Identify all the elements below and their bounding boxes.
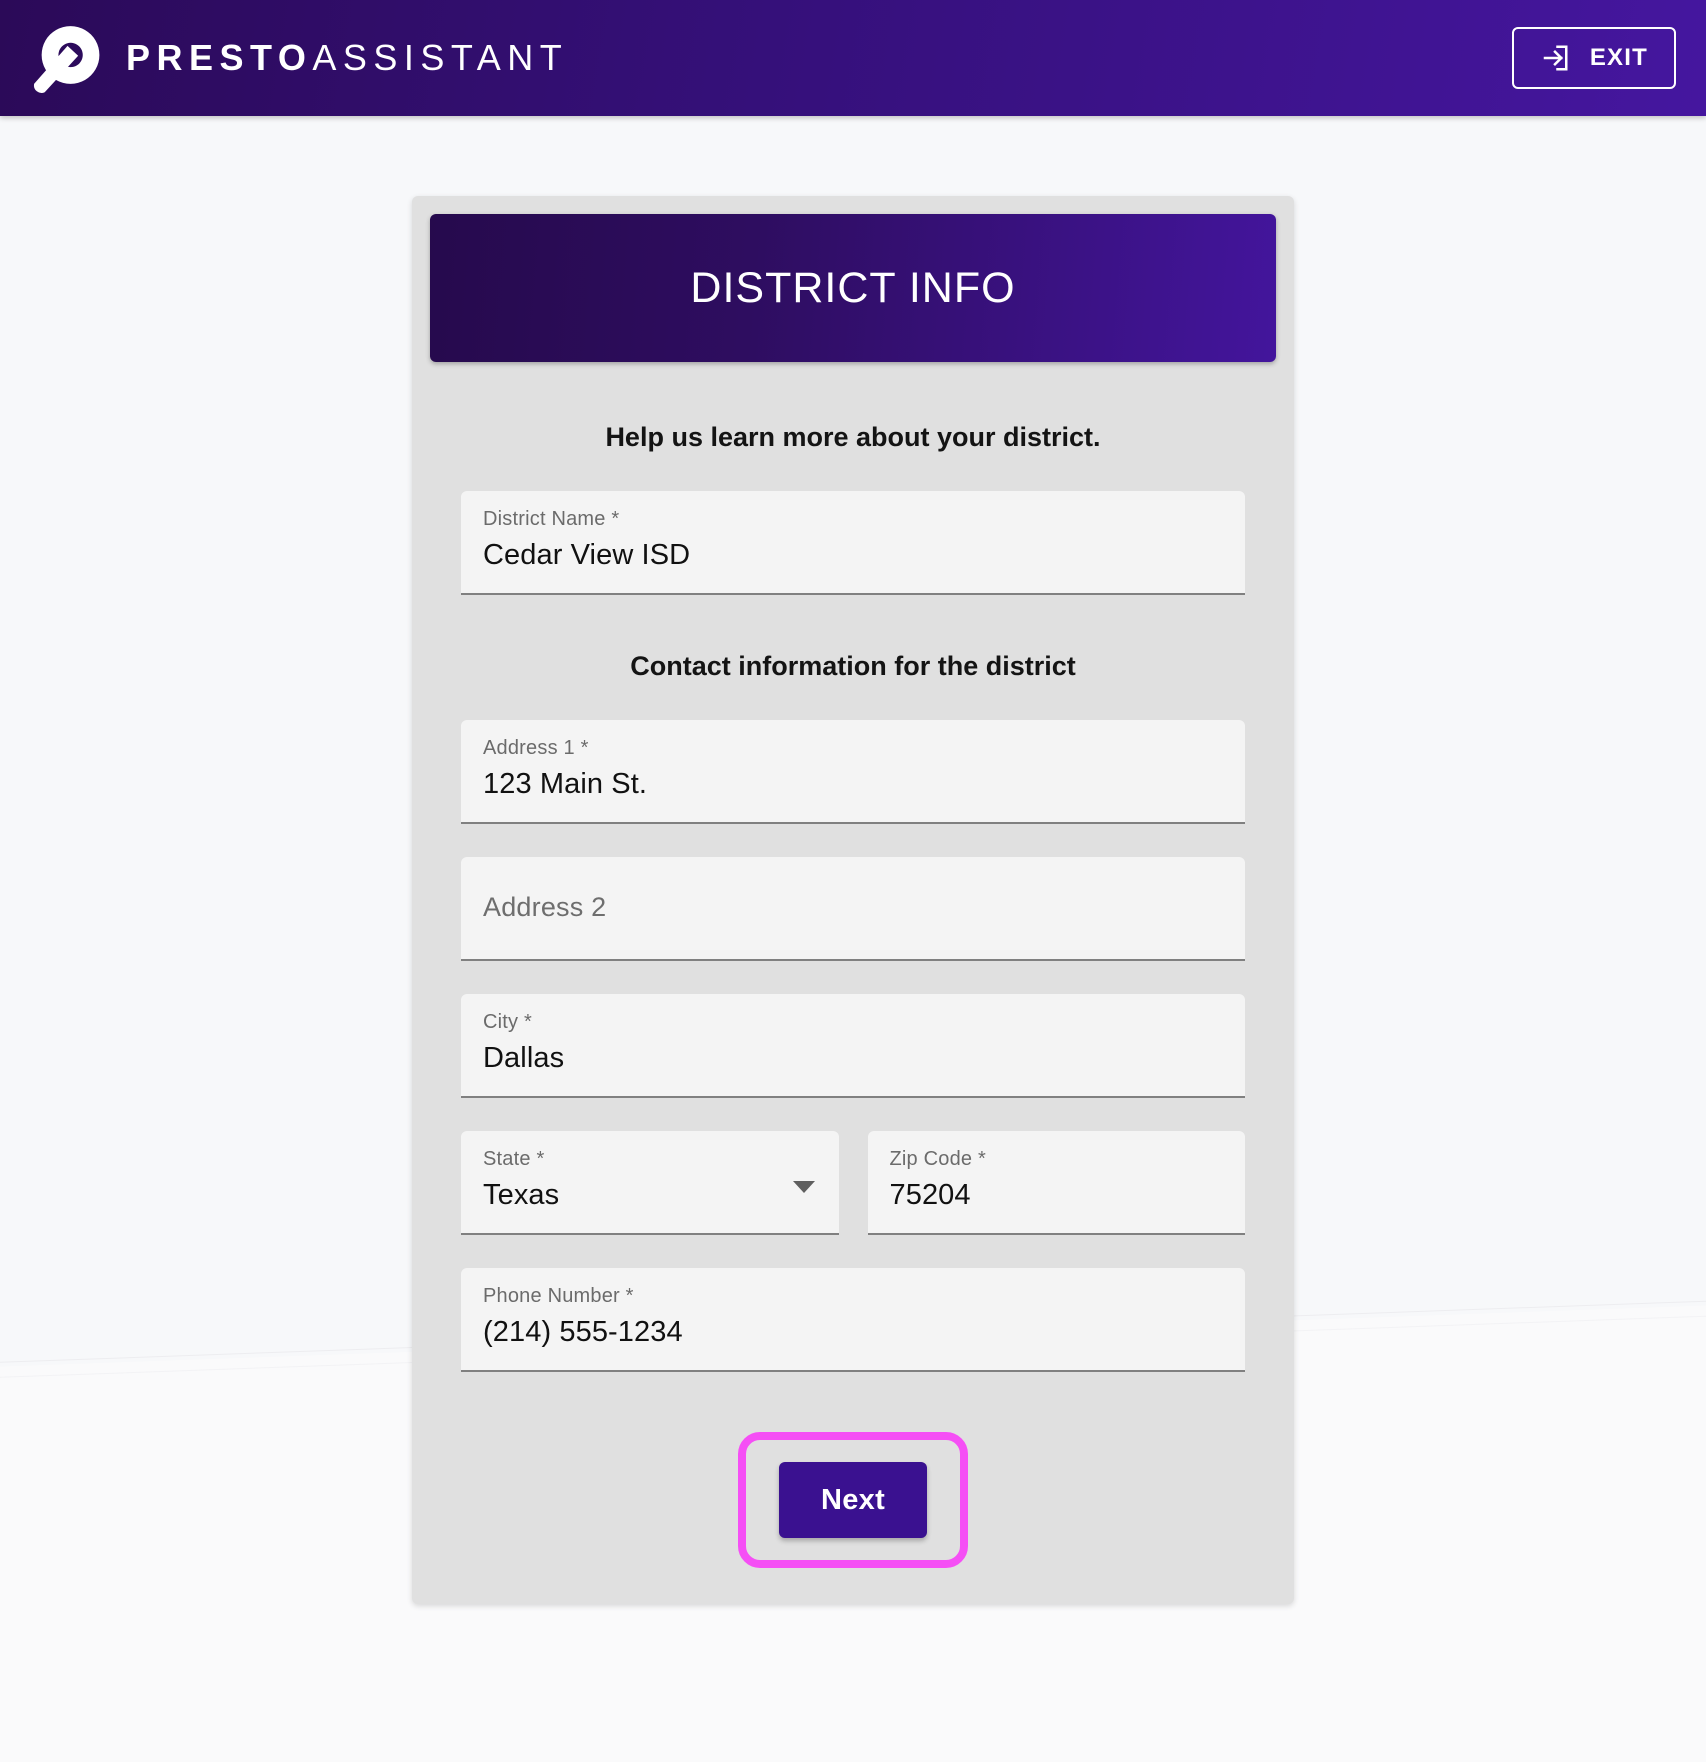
state-label: State * xyxy=(483,1148,545,1170)
address2-label: Address 2 xyxy=(483,892,607,923)
state-value: Texas xyxy=(483,1179,560,1211)
page-title: DISTRICT INFO xyxy=(690,263,1016,312)
presto-circle-logo-icon xyxy=(33,26,100,93)
brand-wordmark: PRESTO ASSISTANT xyxy=(126,37,568,79)
contact-heading: Contact information for the district xyxy=(630,651,1076,681)
next-button-highlight-ring: Next xyxy=(738,1432,968,1568)
brand-name-light: ASSISTANT xyxy=(312,37,569,78)
exit-arrow-icon xyxy=(1543,45,1568,71)
district-name-label: District Name * xyxy=(483,508,620,530)
app-header: PRESTO ASSISTANT EXIT xyxy=(0,0,1706,116)
next-button[interactable]: Next xyxy=(779,1462,927,1538)
brand-name-strong: PRESTO xyxy=(126,37,313,78)
brand-logo[interactable]: PRESTO ASSISTANT xyxy=(28,20,568,96)
form-fields: District Name * Cedar View ISD Contact i… xyxy=(412,491,1294,1372)
zip-code-value: 75204 xyxy=(889,1179,971,1211)
state-select[interactable]: State * Texas xyxy=(461,1131,839,1235)
district-name-value: Cedar View ISD xyxy=(483,539,691,571)
address1-value: 123 Main St. xyxy=(483,768,648,800)
address1-field[interactable]: Address 1 * 123 Main St. xyxy=(461,720,1245,824)
phone-number-value: (214) 555-1234 xyxy=(483,1316,683,1348)
exit-button-label: EXIT xyxy=(1589,44,1648,71)
intro-heading: Help us learn more about your district. xyxy=(605,422,1101,452)
district-name-field[interactable]: District Name * Cedar View ISD xyxy=(461,491,1245,595)
phone-number-label: Phone Number * xyxy=(483,1285,634,1307)
next-button-area: Next xyxy=(412,1432,1294,1568)
zip-code-label: Zip Code * xyxy=(889,1148,986,1170)
exit-button[interactable]: EXIT xyxy=(1511,27,1676,89)
address1-label: Address 1 * xyxy=(483,737,589,759)
address2-field[interactable]: Address 2 xyxy=(461,857,1245,961)
card-header: DISTRICT INFO xyxy=(430,214,1276,362)
city-label: City * xyxy=(483,1011,532,1033)
state-zip-row: State * Texas Zip Code * 75204 xyxy=(461,1131,1245,1235)
chevron-down-icon[interactable] xyxy=(792,1181,815,1193)
city-value: Dallas xyxy=(483,1042,565,1074)
district-info-card: DISTRICT INFO Help us learn more about y… xyxy=(412,196,1294,1604)
phone-number-field[interactable]: Phone Number * (214) 555-1234 xyxy=(461,1268,1245,1372)
page-body: DISTRICT INFO Help us learn more about y… xyxy=(0,116,1706,1762)
city-field[interactable]: City * Dallas xyxy=(461,994,1245,1098)
zip-code-field[interactable]: Zip Code * 75204 xyxy=(867,1131,1245,1235)
